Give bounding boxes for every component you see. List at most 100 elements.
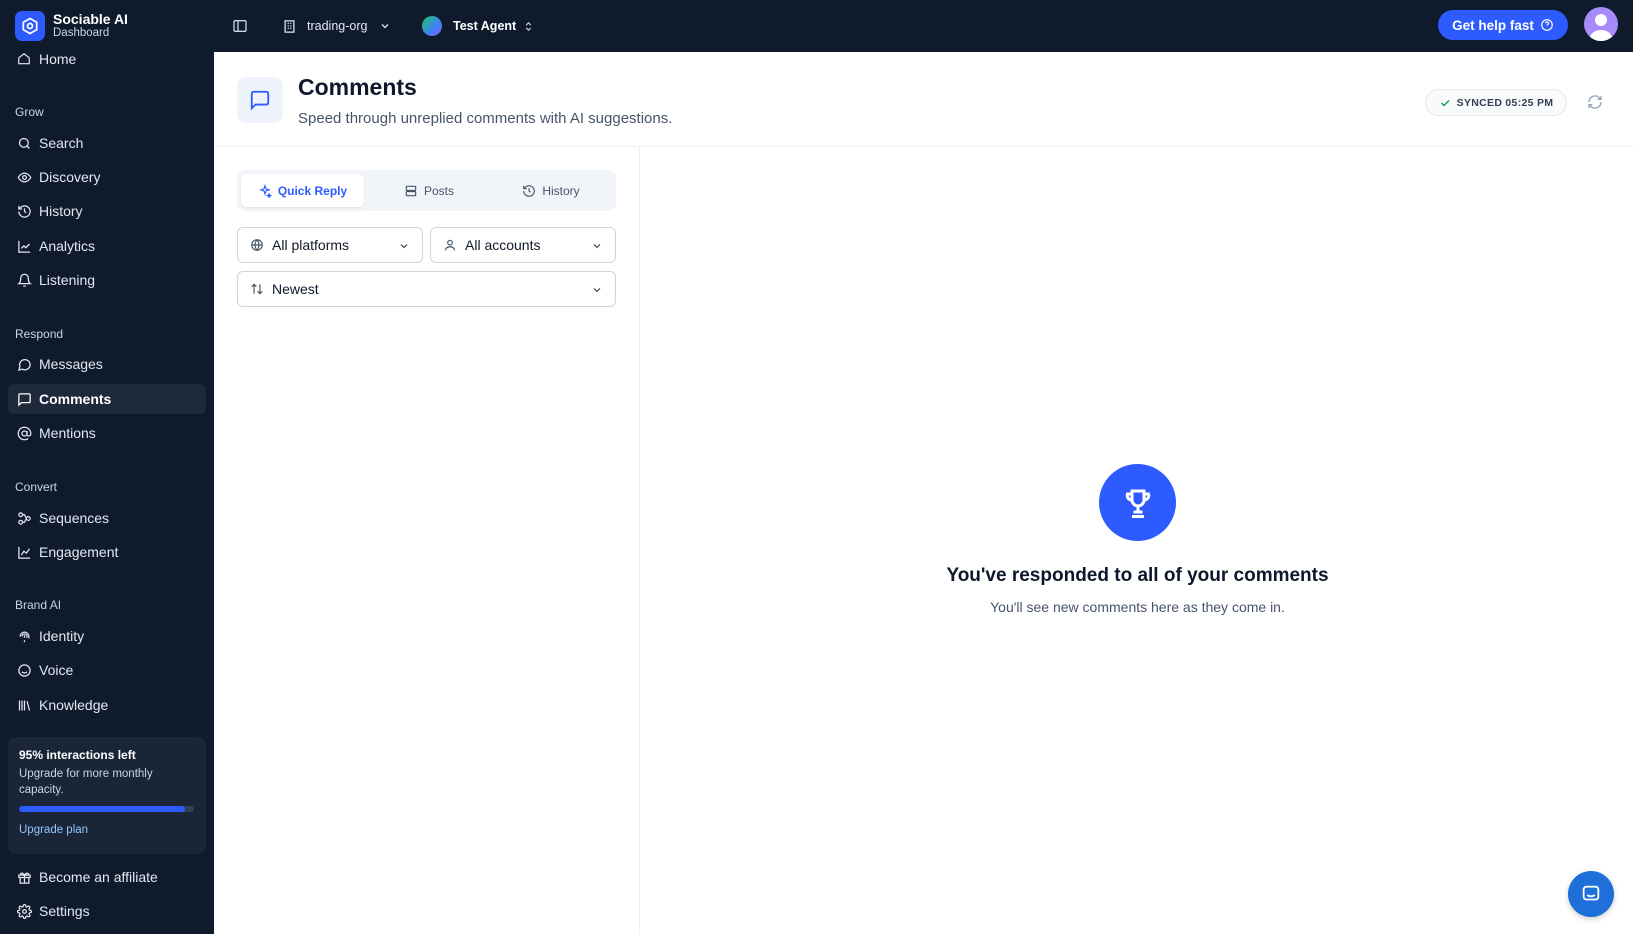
org-switcher[interactable]: trading-org — [282, 14, 391, 38]
chart-line-icon — [16, 238, 32, 254]
empty-state: You've responded to all of your comments… — [640, 147, 1633, 934]
building-icon — [282, 19, 297, 34]
sidebar-item-engagement[interactable]: Engagement — [8, 537, 206, 567]
sidebar-item-discovery[interactable]: Discovery — [8, 162, 206, 192]
brand-logo-icon — [15, 11, 45, 41]
sidebar-item-label: Analytics — [39, 238, 96, 254]
usage-title: 95% interactions left — [19, 748, 136, 762]
sort-select[interactable]: Newest — [237, 271, 616, 307]
globe-icon — [250, 238, 264, 252]
sort-arrows-icon — [250, 282, 264, 296]
page-title: Comments — [298, 74, 417, 100]
workflow-icon — [16, 510, 32, 526]
sidebar-item-label: Knowledge — [39, 697, 109, 713]
trophy-icon — [1099, 464, 1176, 541]
sidebar-item-sequences[interactable]: Sequences — [8, 503, 206, 533]
chat-launcher-button[interactable] — [1568, 871, 1614, 917]
tab-label: Quick Reply — [277, 183, 348, 198]
sidebar-item-identity[interactable]: Identity — [8, 621, 206, 651]
sidebar-item-knowledge[interactable]: Knowledge — [8, 690, 206, 720]
org-name: trading-org — [307, 19, 368, 33]
account-select[interactable]: All accounts — [430, 227, 616, 263]
sidebar-item-analytics[interactable]: Analytics — [8, 231, 206, 261]
sidebar-item-comments[interactable]: Comments — [8, 384, 206, 414]
history-icon — [16, 203, 32, 219]
section-label-convert: Convert — [15, 480, 58, 494]
settings-icon — [16, 903, 32, 919]
sync-status-text: SYNCED 05:25 PM — [1456, 96, 1554, 109]
agent-name: Test Agent — [453, 19, 517, 33]
tab-history[interactable]: History — [490, 174, 612, 207]
tab-bar: Quick Reply Posts History — [237, 170, 616, 211]
usage-progress-fill — [19, 806, 186, 813]
platform-select[interactable]: All platforms — [237, 227, 423, 263]
section-label-respond: Respond — [15, 327, 64, 341]
get-help-button[interactable]: Get help fast — [1438, 10, 1568, 40]
sidebar: Home Sociable AI Dashboard Grow Search D… — [0, 0, 214, 934]
upgrade-plan-link[interactable]: Upgrade plan — [19, 824, 195, 836]
chevron-down-icon — [591, 284, 603, 296]
sidebar-item-history[interactable]: History — [8, 196, 206, 226]
refresh-icon[interactable] — [1585, 92, 1605, 112]
usage-progress-bar — [19, 806, 194, 813]
sparkles-icon — [258, 183, 272, 198]
usage-card: 95% interactions left Upgrade for more m… — [8, 737, 206, 854]
agent-avatar — [422, 16, 442, 36]
sort-select-value: Newest — [272, 281, 319, 297]
comments-icon — [237, 77, 283, 123]
top-bar: trading-org Test Agent Get help fast — [214, 0, 1633, 52]
page-subtitle: Speed through unreplied comments with AI… — [298, 110, 673, 127]
chevron-down-icon — [591, 240, 603, 252]
message-square-icon — [16, 391, 32, 407]
sidebar-item-label: Home — [39, 51, 77, 67]
help-button-label: Get help fast — [1452, 17, 1534, 33]
sidebar-item-label: Become an affiliate — [39, 869, 158, 885]
eye-icon — [16, 169, 32, 185]
trend-icon — [16, 544, 32, 560]
sidebar-item-label: Messages — [39, 356, 103, 372]
at-sign-icon — [16, 425, 32, 441]
sidebar-item-mentions[interactable]: Mentions — [8, 418, 206, 448]
sidebar-toggle-icon[interactable] — [230, 16, 250, 36]
sidebar-item-label: Mentions — [39, 425, 96, 441]
sidebar-item-label: History — [39, 203, 83, 219]
sidebar-item-label: Listening — [39, 272, 96, 288]
gift-icon — [16, 869, 32, 885]
sidebar-item-messages[interactable]: Messages — [8, 349, 206, 379]
check-icon — [1439, 97, 1451, 109]
brand[interactable]: Sociable AI Dashboard — [0, 0, 214, 52]
filter-panel: Quick Reply Posts History All platforms … — [214, 147, 640, 934]
chevron-down-icon — [398, 240, 410, 252]
section-label-brand-ai: Brand AI — [15, 598, 62, 612]
user-avatar[interactable] — [1584, 7, 1618, 41]
sidebar-item-settings[interactable]: Settings — [8, 896, 206, 926]
sidebar-item-label: Engagement — [39, 544, 119, 560]
platform-select-value: All platforms — [272, 237, 350, 253]
sidebar-item-label: Identity — [39, 628, 85, 644]
history-icon — [522, 184, 536, 198]
chevron-down-icon — [379, 20, 391, 32]
user-icon — [443, 238, 457, 252]
message-circle-icon — [16, 356, 32, 372]
home-icon — [16, 51, 32, 67]
sidebar-item-affiliate[interactable]: Become an affiliate — [8, 862, 206, 892]
bell-icon — [16, 272, 32, 288]
tab-label: History — [542, 183, 580, 198]
sync-status-badge: SYNCED 05:25 PM — [1425, 89, 1567, 116]
agent-switcher[interactable]: Test Agent — [422, 14, 534, 38]
usage-description: Upgrade for more monthly capacity. — [19, 768, 153, 796]
tab-quick-reply[interactable]: Quick Reply — [241, 174, 364, 207]
brand-subtitle: Dashboard — [53, 27, 110, 40]
page-header: Comments Speed through unreplied comment… — [214, 52, 1633, 147]
sidebar-item-label: Settings — [39, 903, 90, 919]
sidebar-item-label: Discovery — [39, 169, 101, 185]
sidebar-item-label: Voice — [39, 662, 74, 678]
search-icon — [16, 135, 32, 151]
tab-posts[interactable]: Posts — [368, 174, 490, 207]
sidebar-item-voice[interactable]: Voice — [8, 655, 206, 685]
sidebar-item-listening[interactable]: Listening — [8, 265, 206, 295]
sidebar-item-search[interactable]: Search — [8, 128, 206, 158]
help-circle-icon — [1540, 18, 1554, 32]
tab-label: Posts — [423, 183, 454, 198]
empty-state-title: You've responded to all of your comments — [946, 565, 1329, 586]
